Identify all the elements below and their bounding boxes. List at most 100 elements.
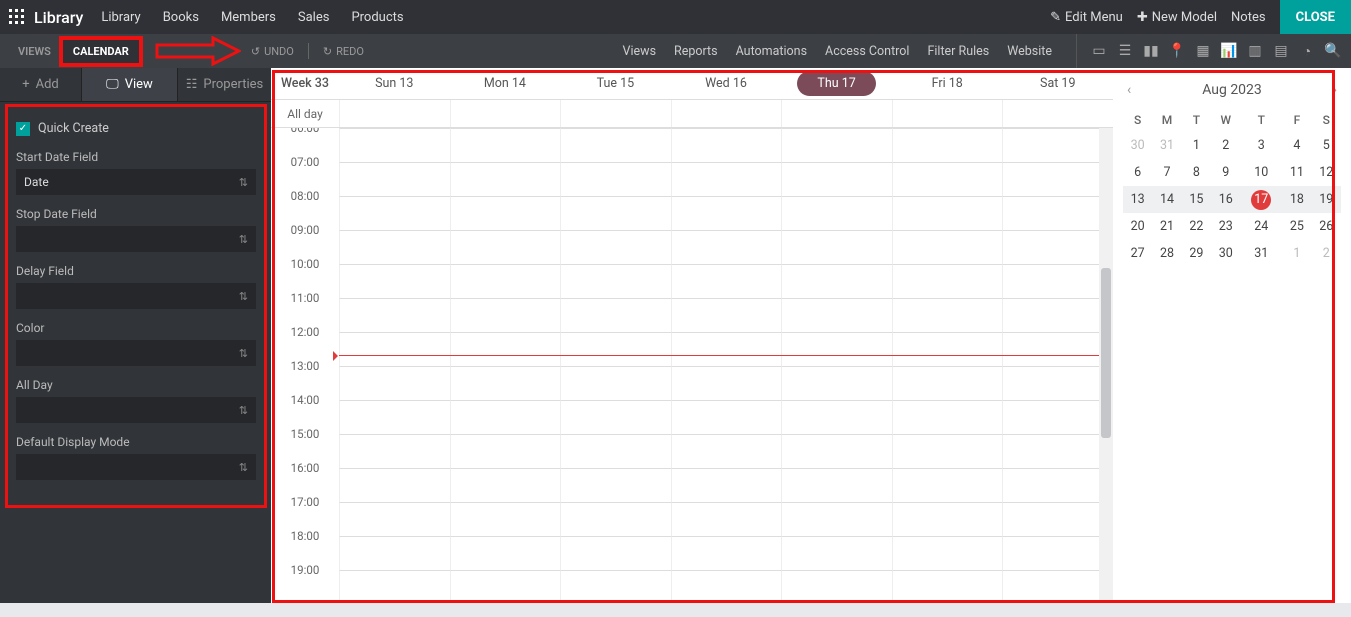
time-slot[interactable]: [339, 298, 450, 332]
time-slot[interactable]: [1002, 264, 1113, 298]
time-slot[interactable]: [339, 128, 450, 162]
time-slot[interactable]: [1002, 332, 1113, 366]
calendar-view-icon[interactable]: ▦: [1195, 43, 1211, 59]
mini-cal-day[interactable]: 30: [1123, 132, 1152, 159]
cohort-view-icon[interactable]: ◔: [1299, 43, 1315, 59]
allday-cell[interactable]: [560, 100, 671, 127]
allday-cell[interactable]: [671, 100, 782, 127]
time-slot[interactable]: [892, 332, 1003, 366]
time-slot[interactable]: [781, 128, 892, 162]
time-slot[interactable]: [560, 230, 671, 264]
mini-cal-day[interactable]: 9: [1211, 159, 1240, 186]
search-icon[interactable]: 🔍: [1325, 43, 1341, 59]
time-slot[interactable]: [339, 196, 450, 230]
time-slot[interactable]: [781, 570, 892, 603]
mini-cal-day[interactable]: 3: [1240, 132, 1282, 159]
apps-icon[interactable]: [0, 9, 34, 25]
color-select[interactable]: ⇅: [16, 340, 256, 366]
scrollbar-thumb[interactable]: [1101, 268, 1111, 438]
mini-cal-day[interactable]: 29: [1182, 240, 1211, 267]
time-slot[interactable]: [781, 400, 892, 434]
time-slot[interactable]: [1002, 366, 1113, 400]
time-slot[interactable]: [671, 298, 782, 332]
time-slot[interactable]: [892, 502, 1003, 536]
map-view-icon[interactable]: 📍: [1169, 43, 1185, 59]
time-slot[interactable]: [339, 468, 450, 502]
time-slot[interactable]: [781, 468, 892, 502]
sublink-reports[interactable]: Reports: [674, 44, 718, 59]
time-slot[interactable]: [560, 162, 671, 196]
day-header-wed[interactable]: Wed 16: [671, 76, 782, 91]
time-slot[interactable]: [892, 400, 1003, 434]
time-slot[interactable]: [450, 570, 561, 603]
mini-cal-day[interactable]: 15: [1182, 186, 1211, 213]
time-slot[interactable]: [1002, 536, 1113, 570]
time-slot[interactable]: [560, 400, 671, 434]
time-slot[interactable]: [892, 366, 1003, 400]
mini-cal-day[interactable]: 25: [1282, 213, 1311, 240]
nav-products[interactable]: Products: [351, 10, 403, 25]
time-slot[interactable]: [450, 434, 561, 468]
prev-month-button[interactable]: ‹: [1123, 78, 1135, 102]
day-header-tue[interactable]: Tue 15: [560, 76, 671, 91]
time-slot[interactable]: [560, 264, 671, 298]
time-slot[interactable]: [781, 502, 892, 536]
quick-create-checkbox[interactable]: ✓ Quick Create: [16, 121, 256, 136]
nav-sales[interactable]: Sales: [298, 10, 330, 25]
time-slot[interactable]: [892, 196, 1003, 230]
time-slot[interactable]: [339, 332, 450, 366]
time-slot[interactable]: [339, 434, 450, 468]
tab-view[interactable]: 🖵View: [82, 68, 177, 101]
mini-cal-day[interactable]: 26: [1312, 213, 1341, 240]
time-slot[interactable]: [450, 162, 561, 196]
time-slot[interactable]: [671, 162, 782, 196]
time-slot[interactable]: [892, 128, 1003, 162]
time-slot[interactable]: [1002, 128, 1113, 162]
time-slot[interactable]: [671, 366, 782, 400]
undo-button[interactable]: ↺UNDO: [251, 45, 294, 58]
day-header-fri[interactable]: Fri 18: [892, 76, 1003, 91]
time-slot[interactable]: [671, 128, 782, 162]
allday-cell[interactable]: [892, 100, 1003, 127]
mini-cal-day[interactable]: 14: [1152, 186, 1181, 213]
time-slot[interactable]: [671, 434, 782, 468]
graph-view-icon[interactable]: 📊: [1221, 43, 1237, 59]
time-slot[interactable]: [671, 230, 782, 264]
default-display-select[interactable]: ⇅: [16, 454, 256, 480]
time-slot[interactable]: [450, 128, 561, 162]
time-slot[interactable]: [671, 264, 782, 298]
mini-cal-day[interactable]: 23: [1211, 213, 1240, 240]
time-slot[interactable]: [781, 434, 892, 468]
nav-members[interactable]: Members: [221, 10, 276, 25]
time-slot[interactable]: [560, 128, 671, 162]
kanban-view-icon[interactable]: ▮▮: [1143, 43, 1159, 59]
time-slot[interactable]: [1002, 570, 1113, 603]
mini-cal-day[interactable]: 10: [1240, 159, 1282, 186]
day-header-thu[interactable]: Thu 17: [781, 71, 892, 96]
time-slot[interactable]: [1002, 298, 1113, 332]
time-slot[interactable]: [560, 570, 671, 603]
time-slot[interactable]: [450, 196, 561, 230]
calendar-view-tab[interactable]: CALENDAR: [61, 38, 141, 65]
time-slot[interactable]: [671, 332, 782, 366]
time-slot[interactable]: [892, 162, 1003, 196]
mini-cal-day[interactable]: 13: [1123, 186, 1152, 213]
time-slot[interactable]: [339, 570, 450, 603]
all-day-select[interactable]: ⇅: [16, 397, 256, 423]
sublink-automations[interactable]: Automations: [736, 44, 807, 59]
time-slot[interactable]: [671, 468, 782, 502]
mini-cal-day[interactable]: 24: [1240, 213, 1282, 240]
time-slot[interactable]: [450, 502, 561, 536]
time-slot[interactable]: [781, 536, 892, 570]
time-slot[interactable]: [450, 264, 561, 298]
time-slot[interactable]: [781, 230, 892, 264]
time-slot[interactable]: [450, 536, 561, 570]
time-slot[interactable]: [1002, 400, 1113, 434]
time-slot[interactable]: [560, 536, 671, 570]
time-slot[interactable]: [339, 162, 450, 196]
time-slot[interactable]: [781, 366, 892, 400]
mini-cal-day[interactable]: 19: [1312, 186, 1341, 213]
mini-cal-day[interactable]: 6: [1123, 159, 1152, 186]
tab-properties[interactable]: ☷Properties: [177, 68, 271, 101]
mini-cal-day[interactable]: 27: [1123, 240, 1152, 267]
